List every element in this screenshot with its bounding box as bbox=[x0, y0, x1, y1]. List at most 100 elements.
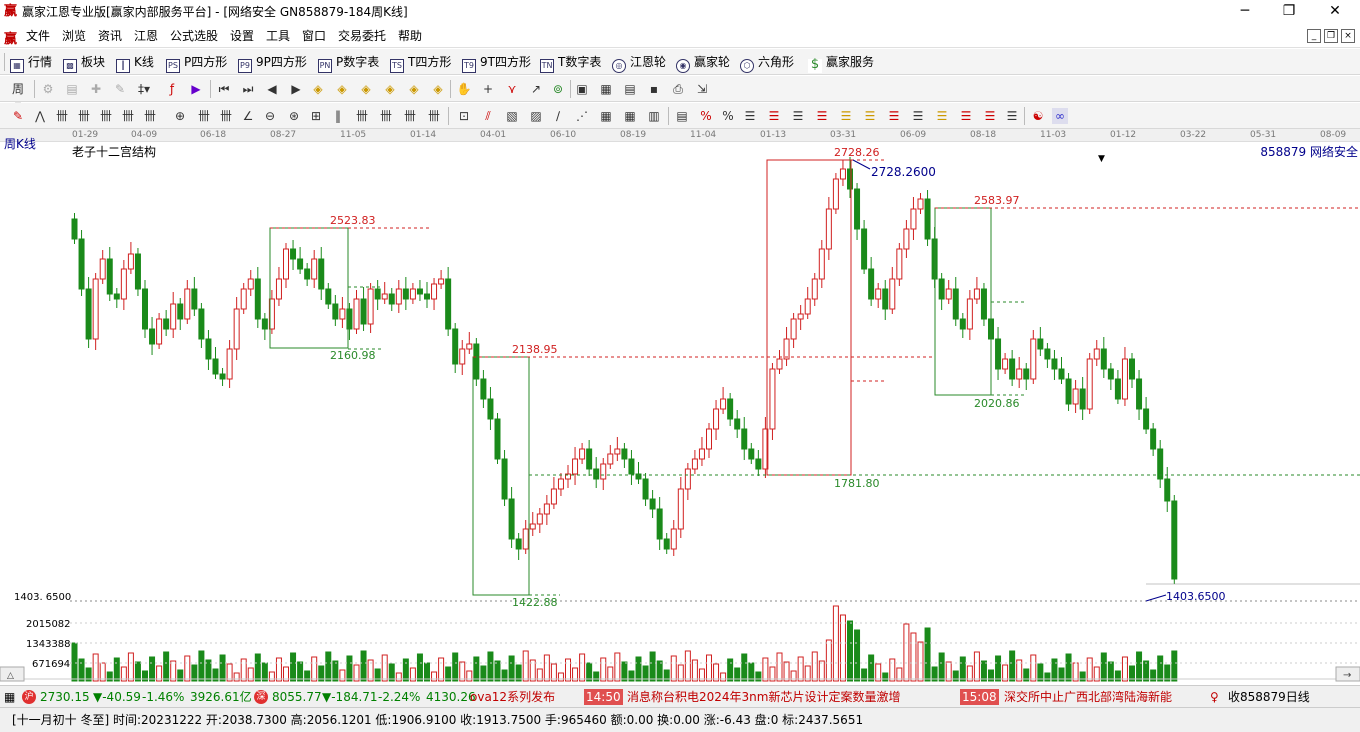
tool-icon[interactable]: ✚ bbox=[88, 81, 104, 97]
grid-tool3-icon[interactable]: 卌 bbox=[98, 108, 114, 124]
diamond4-icon[interactable]: ◈ bbox=[382, 81, 398, 97]
flag-icon[interactable]: ▶ bbox=[188, 81, 204, 97]
calc-small-icon[interactable]: ▦ bbox=[4, 687, 15, 707]
table-icon[interactable]: ▤ bbox=[622, 81, 638, 97]
news-item[interactable]: 深交所中止广西北部湾陆海新能 bbox=[1004, 687, 1192, 707]
t-square-button[interactable]: TS T四方形 bbox=[390, 54, 451, 73]
news-item[interactable]: 消息称台积电2024年3nm新芯片设计定案数量激增 bbox=[627, 687, 900, 707]
menu-news[interactable]: 资讯 bbox=[98, 28, 122, 44]
fib-icon[interactable]: % bbox=[698, 108, 714, 124]
level8-icon[interactable]: ☰ bbox=[910, 108, 926, 124]
diamond5-icon[interactable]: ◈ bbox=[406, 81, 422, 97]
matrix2-icon[interactable]: ▦ bbox=[622, 108, 638, 124]
menu-file[interactable]: 文件 bbox=[26, 28, 50, 44]
diamond6-icon[interactable]: ◈ bbox=[430, 81, 446, 97]
menu-tools[interactable]: 工具 bbox=[266, 28, 290, 44]
line-tool-icon[interactable]: ∕ bbox=[550, 108, 566, 124]
draw-icon[interactable]: ↗ bbox=[528, 81, 544, 97]
menu-browse[interactable]: 浏览 bbox=[62, 28, 86, 44]
diamond2-icon[interactable]: ◈ bbox=[334, 81, 350, 97]
alarm-icon[interactable]: ♀ bbox=[1210, 687, 1219, 707]
grid-tool-icon[interactable]: 卌 bbox=[54, 108, 70, 124]
fan-icon[interactable]: ⋀ bbox=[32, 108, 48, 124]
9t-square-button[interactable]: T9 9T四方形 bbox=[462, 54, 531, 73]
yinyang-icon[interactable]: ☯ bbox=[1030, 108, 1046, 124]
circle-tool-icon[interactable]: ⊚ bbox=[550, 81, 566, 97]
fx-icon[interactable]: ƒ bbox=[164, 81, 180, 97]
arc-icon[interactable]: ⊖ bbox=[262, 108, 278, 124]
grid-tool4-icon[interactable]: 卌 bbox=[120, 108, 136, 124]
pencil-icon[interactable]: ✎ bbox=[10, 108, 26, 124]
winner-wheel-button[interactable]: ◉ 赢家轮 bbox=[676, 54, 730, 73]
vline-icon[interactable]: ‡▾ bbox=[136, 81, 152, 97]
p-square-button[interactable]: PS P四方形 bbox=[166, 54, 227, 73]
crosshair-icon[interactable]: + bbox=[480, 81, 496, 97]
diamond-icon[interactable]: ◈ bbox=[310, 81, 326, 97]
print-icon[interactable]: ⎙ bbox=[670, 81, 686, 97]
minimize-button[interactable]: ─ bbox=[1222, 0, 1268, 24]
percent-icon[interactable]: % bbox=[720, 108, 736, 124]
menu-settings[interactable]: 设置 bbox=[230, 28, 254, 44]
trend-icon[interactable]: ⫽ bbox=[480, 108, 496, 124]
bars2-icon[interactable]: 卌 bbox=[218, 108, 234, 124]
matrix-icon[interactable]: ▦ bbox=[598, 108, 614, 124]
angle-icon[interactable]: ∠ bbox=[240, 108, 256, 124]
export-icon[interactable]: ⇲ bbox=[694, 81, 710, 97]
menu-formula[interactable]: 公式选股 bbox=[170, 28, 218, 44]
mdi-restore-button[interactable]: ❐ bbox=[1324, 29, 1338, 43]
square-grid-icon[interactable]: ⊞ bbox=[308, 108, 324, 124]
level6-icon[interactable]: ☰ bbox=[862, 108, 878, 124]
level4-icon[interactable]: ☰ bbox=[814, 108, 830, 124]
calc-icon[interactable]: ▦ bbox=[598, 81, 614, 97]
level7-icon[interactable]: ☰ bbox=[886, 108, 902, 124]
doc-icon[interactable]: ▤ bbox=[64, 81, 80, 97]
menu-trade[interactable]: 交易委托 bbox=[338, 28, 386, 44]
level3-icon[interactable]: ☰ bbox=[790, 108, 806, 124]
maximize-button[interactable]: ❐ bbox=[1266, 0, 1312, 24]
hand-icon[interactable]: ✋ bbox=[456, 81, 472, 97]
menu-window[interactable]: 窗口 bbox=[302, 28, 326, 44]
daily-line-label[interactable]: 收858879日线 bbox=[1228, 687, 1310, 707]
news-item[interactable]: ova12系列发布 bbox=[470, 687, 555, 707]
chart-tool-icon[interactable]: ▤ bbox=[674, 108, 690, 124]
ruler4-icon[interactable]: 卌 bbox=[426, 108, 442, 124]
level10-icon[interactable]: ☰ bbox=[958, 108, 974, 124]
lines-icon[interactable]: ‖ bbox=[330, 108, 346, 124]
close-button[interactable]: ✕ bbox=[1312, 0, 1358, 24]
channel-icon[interactable]: ▧ bbox=[504, 108, 520, 124]
bars-icon[interactable]: 卌 bbox=[196, 108, 212, 124]
level9-icon[interactable]: ☰ bbox=[934, 108, 950, 124]
grid-tool2-icon[interactable]: 卌 bbox=[76, 108, 92, 124]
wave-icon[interactable]: ⋰ bbox=[574, 108, 590, 124]
circle-grid-icon[interactable]: ⊕ bbox=[172, 108, 188, 124]
frame-icon[interactable]: ⊡ bbox=[456, 108, 472, 124]
level12-icon[interactable]: ☰ bbox=[1004, 108, 1020, 124]
pen-icon[interactable]: ✎ bbox=[112, 81, 128, 97]
level11-icon[interactable]: ☰ bbox=[982, 108, 998, 124]
infinity-icon[interactable]: ∞ bbox=[1052, 108, 1068, 124]
first-icon[interactable]: ⏮ bbox=[216, 81, 232, 97]
ruler3-icon[interactable]: 卌 bbox=[402, 108, 418, 124]
hexagon-button[interactable]: ⬡ 六角形 bbox=[740, 54, 794, 73]
mdi-close-button[interactable]: × bbox=[1341, 29, 1355, 43]
last-icon[interactable]: ⏭ bbox=[240, 81, 256, 97]
menu-help[interactable]: 帮助 bbox=[398, 28, 422, 44]
next-icon[interactable]: ▶ bbox=[288, 81, 304, 97]
quotes-button[interactable]: ▦ 行情 bbox=[10, 54, 52, 73]
t-table-button[interactable]: TN T数字表 bbox=[540, 54, 601, 73]
level-icon[interactable]: ☰ bbox=[742, 108, 758, 124]
level2-icon[interactable]: ☰ bbox=[766, 108, 782, 124]
p-table-button[interactable]: PN P数字表 bbox=[318, 54, 379, 73]
gear-icon[interactable]: ⚙ bbox=[40, 81, 56, 97]
gann-wheel-button[interactable]: ◎ 江恩轮 bbox=[612, 54, 666, 73]
ruler2-icon[interactable]: 卌 bbox=[378, 108, 394, 124]
spiral-icon[interactable]: ⊛ bbox=[286, 108, 302, 124]
period-select-icon[interactable]: 周▾ bbox=[10, 81, 26, 112]
menu-gann[interactable]: 江恩 bbox=[134, 28, 158, 44]
hatch-icon[interactable]: ▨ bbox=[528, 108, 544, 124]
9p-square-button[interactable]: P9 9P四方形 bbox=[238, 54, 307, 73]
diamond3-icon[interactable]: ◈ bbox=[358, 81, 374, 97]
level5-icon[interactable]: ☰ bbox=[838, 108, 854, 124]
calendar-icon[interactable]: ▣ bbox=[574, 81, 590, 97]
zigzag-icon[interactable]: ⋎ bbox=[504, 81, 520, 97]
